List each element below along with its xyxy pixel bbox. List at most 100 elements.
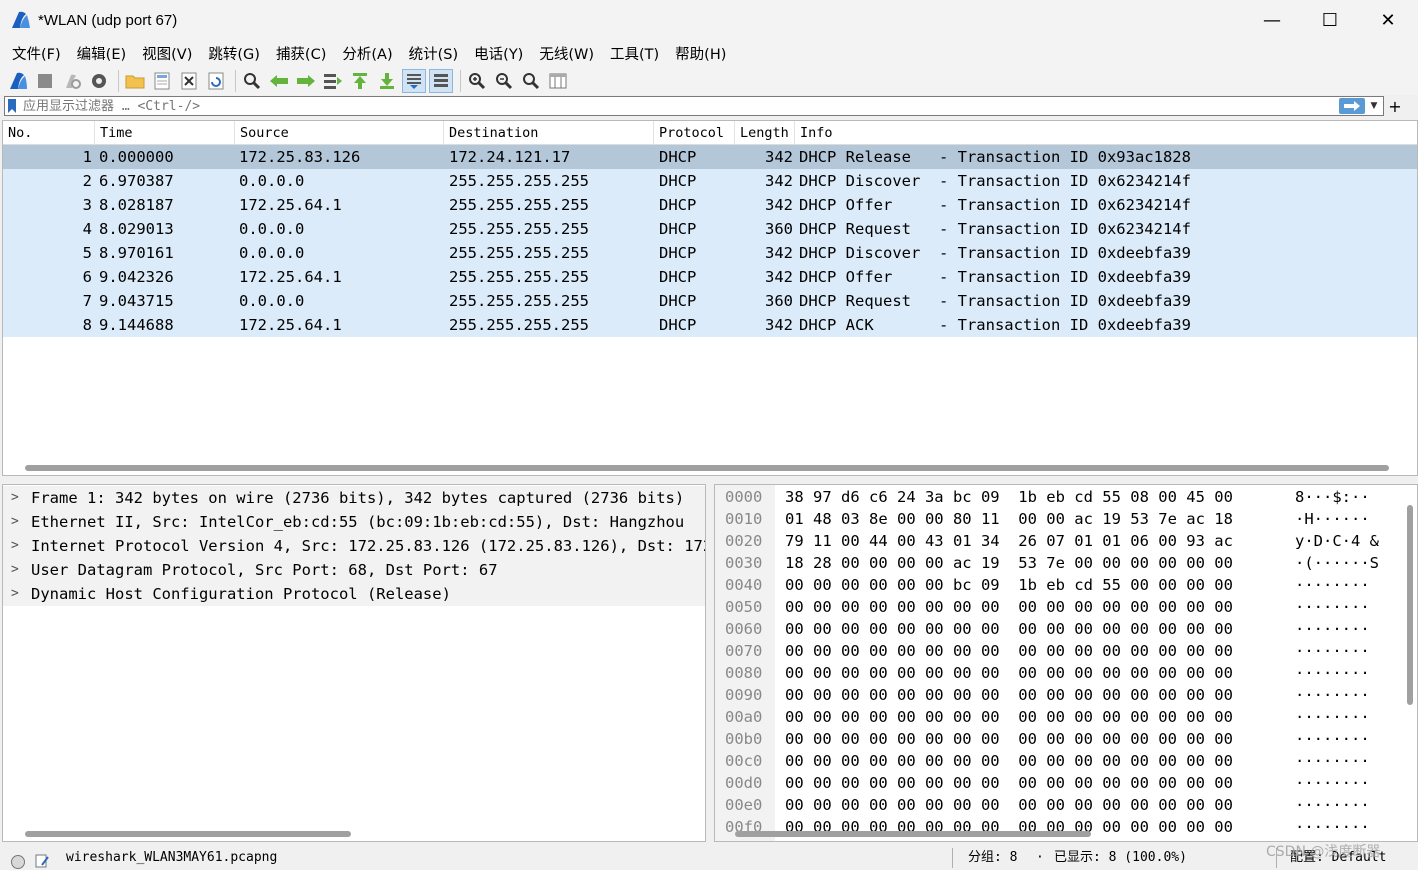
- tree-item-label: Internet Protocol Version 4, Src: 172.25…: [31, 537, 705, 555]
- bytes-horizontal-scrollbar[interactable]: [735, 831, 1091, 837]
- chevron-right-icon[interactable]: >: [11, 486, 23, 510]
- column-header-no[interactable]: No.: [3, 121, 95, 145]
- packet-row[interactable]: 2 6.970387 0.0.0.0 255.255.255.255 DHCP …: [3, 169, 1417, 193]
- column-header-time[interactable]: Time: [95, 121, 235, 145]
- column-header-length[interactable]: Length: [735, 121, 795, 145]
- cell-source: 172.25.64.1: [239, 196, 342, 214]
- restart-capture-icon[interactable]: [60, 69, 84, 93]
- last-packet-icon[interactable]: [375, 69, 399, 93]
- bytes-hex: 00 00 00 00 00 00 00 00 00 00 00 00 00 0…: [785, 730, 1233, 748]
- tree-item-ethernet[interactable]: > Ethernet II, Src: IntelCor_eb:cd:55 (b…: [3, 510, 705, 534]
- go-to-packet-icon[interactable]: [321, 69, 345, 93]
- status-separator: [952, 848, 953, 868]
- menu-statistics[interactable]: 统计(S): [401, 43, 467, 64]
- cell-protocol: DHCP: [659, 316, 697, 334]
- menu-wireless[interactable]: 无线(W): [531, 43, 602, 64]
- save-file-icon[interactable]: [150, 69, 174, 93]
- bytes-ascii: ········: [1295, 642, 1370, 660]
- menu-help[interactable]: 帮助(H): [667, 43, 734, 64]
- cell-length: 342: [765, 172, 793, 190]
- bytes-offset: 00e0: [725, 796, 763, 814]
- status-dot: ·: [1036, 850, 1044, 865]
- add-filter-button[interactable]: +: [1388, 96, 1402, 116]
- autoscroll-icon[interactable]: [402, 68, 426, 93]
- cell-protocol: DHCP: [659, 292, 697, 310]
- menu-file[interactable]: 文件(F): [4, 43, 69, 64]
- reload-file-icon[interactable]: [204, 69, 228, 93]
- cell-time: 0.000000: [99, 148, 174, 166]
- menu-tools[interactable]: 工具(T): [602, 43, 667, 64]
- cell-length: 360: [765, 220, 793, 238]
- close-button[interactable]: ✕: [1359, 0, 1417, 40]
- plus-icon: +: [1388, 96, 1402, 116]
- zoom-out-icon[interactable]: [492, 69, 516, 93]
- bytes-hex: 00 00 00 00 00 00 00 00 00 00 00 00 00 0…: [785, 796, 1233, 814]
- minimize-button[interactable]: —: [1243, 0, 1301, 40]
- cell-destination: 255.255.255.255: [449, 268, 589, 286]
- chevron-right-icon[interactable]: >: [11, 510, 23, 534]
- apply-filter-button[interactable]: [1339, 98, 1365, 114]
- details-horizontal-scrollbar[interactable]: [25, 831, 351, 837]
- bytes-ascii: ········: [1295, 664, 1370, 682]
- go-back-icon[interactable]: [267, 69, 291, 93]
- normal-size-icon[interactable]: [519, 69, 543, 93]
- maximize-button[interactable]: ☐: [1301, 0, 1359, 40]
- packet-row[interactable]: 7 9.043715 0.0.0.0 255.255.255.255 DHCP …: [3, 289, 1417, 313]
- resize-columns-icon[interactable]: [546, 69, 570, 93]
- bookmark-icon[interactable]: [7, 98, 17, 114]
- displayed-count: 已显示: 8 (100.0%): [1054, 850, 1187, 865]
- cell-no: 1: [82, 148, 92, 166]
- menu-telephony[interactable]: 电话(Y): [466, 43, 531, 64]
- chevron-right-icon[interactable]: >: [11, 582, 23, 606]
- tree-item-udp[interactable]: > User Datagram Protocol, Src Port: 68, …: [3, 558, 705, 582]
- colorize-icon[interactable]: [429, 68, 453, 93]
- stop-capture-icon[interactable]: [33, 69, 57, 93]
- column-header-protocol[interactable]: Protocol: [654, 121, 735, 145]
- cell-source: 172.25.64.1: [239, 268, 342, 286]
- packet-row[interactable]: 3 8.028187 172.25.64.1 255.255.255.255 D…: [3, 193, 1417, 217]
- bytes-hex: 00 00 00 00 00 00 00 00 00 00 00 00 00 0…: [785, 620, 1233, 638]
- bytes-ascii: 8···$:··: [1295, 488, 1370, 506]
- display-filter-input[interactable]: [17, 97, 1317, 115]
- packet-list-horizontal-scrollbar[interactable]: [25, 465, 1389, 471]
- packet-row[interactable]: 5 8.970161 0.0.0.0 255.255.255.255 DHCP …: [3, 241, 1417, 265]
- column-header-info[interactable]: Info: [795, 121, 1417, 145]
- capture-file-name: wireshark_WLAN3MAY61.pcapng: [66, 850, 278, 865]
- menu-analyze[interactable]: 分析(A): [334, 43, 400, 64]
- chevron-right-icon[interactable]: >: [11, 534, 23, 558]
- cell-destination: 255.255.255.255: [449, 244, 589, 262]
- tree-item-frame[interactable]: > Frame 1: 342 bytes on wire (2736 bits)…: [3, 486, 705, 510]
- filter-dropdown-button[interactable]: ▼: [1368, 97, 1380, 115]
- packet-row[interactable]: 8 9.144688 172.25.64.1 255.255.255.255 D…: [3, 313, 1417, 337]
- menu-capture[interactable]: 捕获(C): [268, 43, 334, 64]
- chevron-right-icon[interactable]: >: [11, 558, 23, 582]
- bytes-hex: 00 00 00 00 00 00 00 00 00 00 00 00 00 0…: [785, 686, 1233, 704]
- find-packet-icon[interactable]: [240, 69, 264, 93]
- packet-row[interactable]: 1 0.000000 172.25.83.126 172.24.121.17 D…: [3, 145, 1417, 169]
- capture-comment-icon[interactable]: [34, 849, 50, 870]
- go-forward-icon[interactable]: [294, 69, 318, 93]
- packet-row[interactable]: 6 9.042326 172.25.64.1 255.255.255.255 D…: [3, 265, 1417, 289]
- menu-go[interactable]: 跳转(G): [200, 43, 268, 64]
- bytes-ascii: ········: [1295, 686, 1370, 704]
- packet-row[interactable]: 4 8.029013 0.0.0.0 255.255.255.255 DHCP …: [3, 217, 1417, 241]
- column-header-source[interactable]: Source: [235, 121, 444, 145]
- tree-item-ipv4[interactable]: > Internet Protocol Version 4, Src: 172.…: [3, 534, 705, 558]
- first-packet-icon[interactable]: [348, 69, 372, 93]
- bytes-hex: 00 00 00 00 00 00 00 00 00 00 00 00 00 0…: [785, 752, 1233, 770]
- bytes-ascii: ········: [1295, 796, 1370, 814]
- cell-protocol: DHCP: [659, 196, 697, 214]
- tree-item-dhcp[interactable]: > Dynamic Host Configuration Protocol (R…: [3, 582, 705, 606]
- cell-time: 9.042326: [99, 268, 174, 286]
- expert-info-icon[interactable]: [10, 850, 26, 870]
- cell-source: 0.0.0.0: [239, 172, 305, 190]
- open-file-icon[interactable]: [123, 69, 147, 93]
- close-file-icon[interactable]: [177, 69, 201, 93]
- capture-options-icon[interactable]: [87, 69, 111, 93]
- menu-edit[interactable]: 编辑(E): [69, 43, 134, 64]
- column-header-destination[interactable]: Destination: [444, 121, 654, 145]
- start-capture-icon[interactable]: [6, 69, 30, 93]
- menu-view[interactable]: 视图(V): [134, 43, 200, 64]
- bytes-vertical-scrollbar[interactable]: [1407, 505, 1413, 705]
- zoom-in-icon[interactable]: [465, 69, 489, 93]
